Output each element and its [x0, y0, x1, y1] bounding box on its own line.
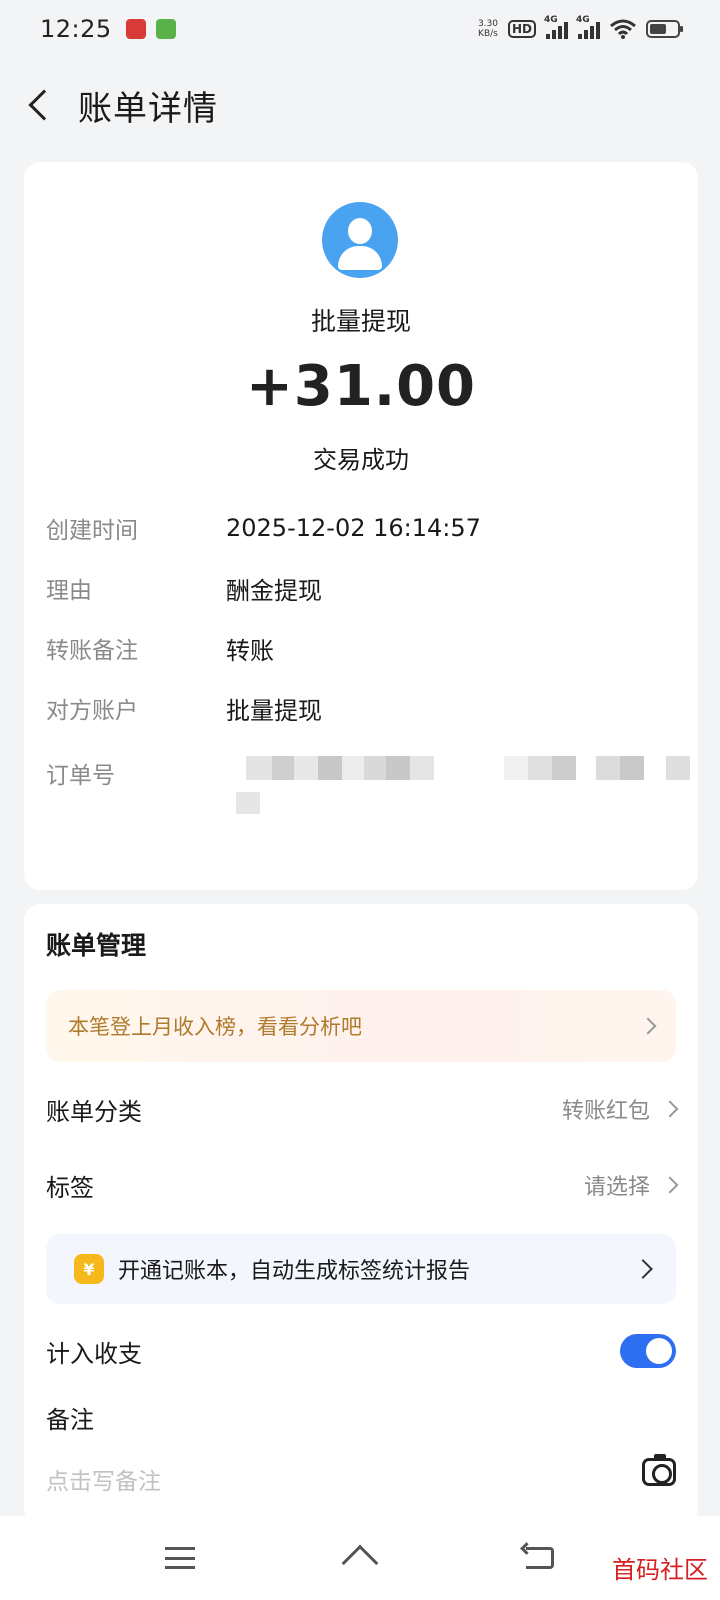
transaction-amount: +31.00 [245, 354, 477, 419]
income-ranking-banner[interactable]: 本笔登上月收入榜，看看分析吧 [46, 990, 676, 1062]
watermark: 首码社区 [612, 1556, 708, 1584]
category-value: 转账红包 [561, 1099, 650, 1124]
chevron-left-icon [28, 89, 60, 121]
signal-icon: 4G [576, 15, 600, 39]
app-icon-red [125, 19, 146, 39]
note-row: 备注 [46, 1405, 94, 1434]
chevron-right-icon [633, 1259, 653, 1279]
open-ledger-banner[interactable]: ¥ 开通记账本，自动生成标签统计报告 [46, 1234, 676, 1304]
order-number-redacted-line2 [236, 792, 260, 814]
signal-icon: 4G [544, 15, 568, 39]
bill-management-card: 账单管理 本笔登上月收入榜，看看分析吧 账单分类 转账红包 标签 请选择 ¥ 开… [24, 904, 698, 1524]
info-row-counterparty: 对方账户 批量提现 [46, 696, 322, 725]
transaction-card: 批量提现 +31.00 交易成功 创建时间 2025-12-02 16:14:5… [24, 162, 698, 890]
back-nav-button[interactable] [500, 1530, 580, 1586]
party-name: 批量提现 [310, 307, 411, 336]
info-row-reason: 理由 酬金提现 [46, 576, 322, 605]
hd-badge: HD [507, 20, 536, 38]
chevron-right-icon [661, 1176, 679, 1194]
chevron-right-icon [661, 1100, 679, 1118]
info-row-transfer-note: 转账备注 转账 [46, 636, 274, 665]
tag-row[interactable]: 标签 请选择 [46, 1160, 679, 1210]
chevron-right-icon [639, 1017, 657, 1035]
battery-icon [646, 20, 683, 38]
note-input[interactable]: 点击写备注 [46, 1462, 161, 1496]
tag-value: 请选择 [583, 1175, 650, 1200]
status-time: 12:25 [40, 15, 112, 43]
user-icon [322, 202, 398, 278]
wifi-icon [610, 19, 636, 39]
status-bar: 12:25 3.30 KB/s HD 4G 4G [0, 0, 720, 58]
back-button[interactable] [4, 70, 74, 140]
bill-category-row[interactable]: 账单分类 转账红包 [46, 1084, 679, 1134]
transaction-status: 交易成功 [313, 446, 409, 474]
menu-icon [165, 1547, 195, 1569]
header: 账单详情 [0, 70, 720, 140]
page-title: 账单详情 [78, 88, 218, 129]
back-icon [526, 1547, 554, 1569]
status-indicators: 3.30 KB/s HD 4G 4G [477, 15, 683, 39]
order-number-redacted [246, 756, 690, 780]
home-icon [341, 1544, 379, 1582]
info-row-created-time: 创建时间 2025-12-02 16:14:57 [46, 514, 481, 544]
include-in-budget-toggle[interactable] [620, 1334, 676, 1368]
home-button[interactable] [320, 1530, 400, 1586]
camera-icon[interactable] [642, 1454, 676, 1486]
app-icon-green [155, 19, 176, 39]
include-in-budget-row: 计入收支 [46, 1326, 676, 1376]
section-title: 账单管理 [46, 931, 147, 960]
net-speed: 3.30 KB/s [477, 19, 498, 39]
coin-icon: ¥ [74, 1254, 104, 1284]
menu-button[interactable] [140, 1530, 220, 1586]
info-row-order-number: 订单号 [46, 748, 690, 828]
